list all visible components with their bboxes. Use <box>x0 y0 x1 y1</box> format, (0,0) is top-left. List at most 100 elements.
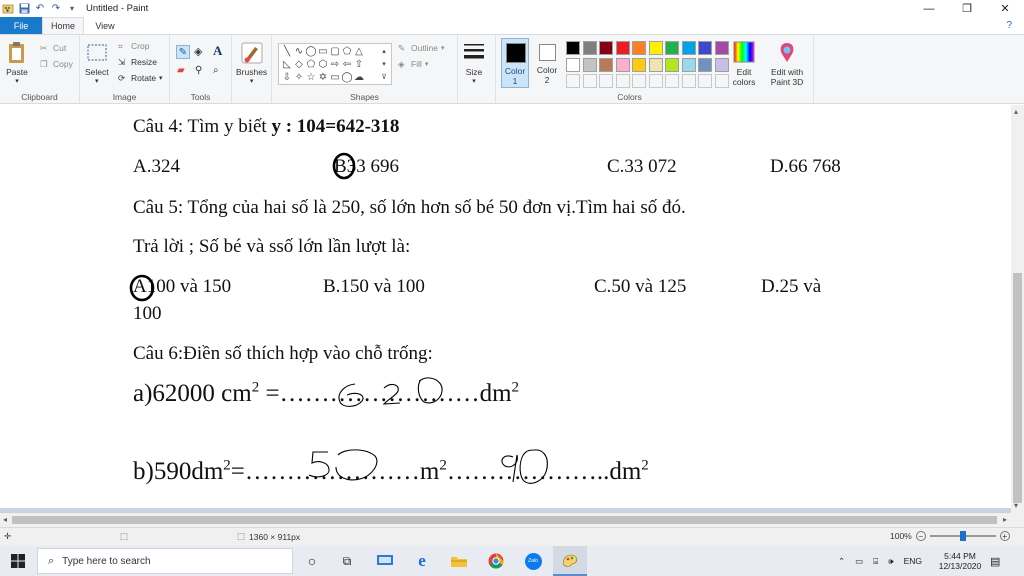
custom-color-slot[interactable] <box>665 74 679 88</box>
shapes-scroll-up-icon[interactable]: ▴ <box>378 45 390 57</box>
fill-dropdown-icon[interactable]: ▾ <box>425 60 429 68</box>
volume-icon[interactable]: 🕪 <box>888 556 893 567</box>
right-triangle-shape-icon[interactable]: ◺ <box>281 58 293 70</box>
palette-swatch[interactable] <box>599 41 613 55</box>
remote-desktop-icon[interactable] <box>368 546 402 576</box>
copy-button[interactable]: ❐ Copy <box>40 59 73 69</box>
custom-color-slot[interactable] <box>681 74 696 88</box>
palette-swatch[interactable] <box>632 41 646 55</box>
vertical-scrollbar[interactable]: ▴ ▾ <box>1011 105 1024 513</box>
curve-shape-icon[interactable]: ∿ <box>293 45 305 57</box>
down-arrow-shape-icon[interactable]: ⇩ <box>281 71 293 83</box>
palette-swatch[interactable] <box>566 41 580 55</box>
select-button[interactable]: Select ▾ <box>85 41 109 85</box>
battery-icon[interactable]: ▭ <box>855 556 863 567</box>
tab-home[interactable]: Home <box>42 17 84 34</box>
cut-button[interactable]: ✂ Cut <box>40 43 66 53</box>
up-arrow-shape-icon[interactable]: ⇧ <box>353 58 365 70</box>
oval-shape-icon[interactable]: ◯ <box>305 45 317 57</box>
file-explorer-icon[interactable] <box>442 546 476 576</box>
diamond-shape-icon[interactable]: ◇ <box>293 58 305 70</box>
palette-swatch[interactable] <box>632 57 646 72</box>
palette-swatch[interactable] <box>582 57 597 72</box>
close-button[interactable]: ✕ <box>986 0 1024 17</box>
scroll-down-arrow-icon[interactable]: ▾ <box>1014 501 1018 510</box>
five-point-star-shape-icon[interactable]: ☆ <box>305 71 317 83</box>
network-icon[interactable]: ⌸ <box>873 556 878 567</box>
color2-button[interactable]: Color 2 <box>533 38 561 88</box>
horizontal-scroll-thumb[interactable] <box>12 516 997 524</box>
outline-button[interactable]: ✎ Outline ▾ <box>398 43 444 53</box>
minimize-button[interactable]: — <box>910 0 948 17</box>
outline-dropdown-icon[interactable]: ▾ <box>441 44 445 52</box>
task-view-icon[interactable]: ⧉ <box>331 546 363 576</box>
palette-swatch[interactable] <box>648 41 663 55</box>
brushes-button[interactable]: Brushes ▾ <box>236 41 267 85</box>
chrome-browser-icon[interactable] <box>479 546 513 576</box>
rectangle-shape-icon[interactable]: ▭ <box>317 45 329 57</box>
magnifier-icon[interactable]: ⌕ <box>213 65 219 76</box>
eraser-icon[interactable]: ▰ <box>177 65 185 76</box>
zoom-slider-thumb[interactable] <box>959 531 966 541</box>
custom-color-slot[interactable] <box>599 74 613 88</box>
custom-color-slot[interactable] <box>582 74 597 88</box>
palette-swatch[interactable] <box>665 57 679 72</box>
resize-button[interactable]: ⇲ Resize <box>118 57 157 67</box>
zoom-slider[interactable] <box>929 531 996 541</box>
zoom-out-button[interactable]: − <box>915 531 926 541</box>
redo-icon[interactable]: ↷ <box>50 3 62 15</box>
taskbar-search-input[interactable]: ⌕ Type here to search <box>37 548 293 574</box>
scroll-right-arrow-icon[interactable]: ▸ <box>1003 515 1007 524</box>
crop-button[interactable]: ⌗ Crop <box>118 41 149 51</box>
custom-color-slot[interactable] <box>615 74 630 88</box>
help-icon[interactable]: ? <box>1006 20 1012 31</box>
shapes-scroll-down-icon[interactable]: ▾ <box>378 58 390 70</box>
show-hidden-icons-icon[interactable]: ⌃ <box>838 556 845 567</box>
palette-swatch[interactable] <box>648 57 663 72</box>
palette-swatch[interactable] <box>566 57 580 72</box>
undo-icon[interactable]: ↶ <box>34 3 46 15</box>
paste-button[interactable]: Paste ▾ <box>6 41 28 85</box>
custom-color-slot[interactable] <box>648 74 663 88</box>
input-language[interactable]: ENG <box>904 556 922 566</box>
customize-qat-icon[interactable]: ▾ <box>66 3 78 15</box>
shapes-gallery[interactable]: ╲ ∿ ◯ ▭ ▢ ⬠ △ ◺ ◇ ⬠ ⬡ ⇨ ⇦ ⇧ ⇩ ✧ ☆ ✡ ▭ ◯ <box>278 43 392 85</box>
palette-swatch[interactable] <box>698 57 712 72</box>
start-button[interactable] <box>0 546 36 576</box>
palette-swatch[interactable] <box>615 57 630 72</box>
palette-swatch[interactable] <box>714 41 729 55</box>
brushes-dropdown-icon[interactable]: ▾ <box>250 77 254 85</box>
rotate-button[interactable]: ⟳ Rotate ▾ <box>118 73 163 83</box>
pentagon-shape-icon[interactable]: ⬠ <box>305 58 317 70</box>
hexagon-shape-icon[interactable]: ⬡ <box>317 58 329 70</box>
clock[interactable]: 5:44 PM 12/13/2020 <box>938 546 982 576</box>
fill-bucket-icon[interactable]: ◈ <box>194 45 202 58</box>
paint-taskbar-button[interactable] <box>553 546 587 576</box>
size-dropdown-icon[interactable]: ▾ <box>472 77 476 85</box>
cortana-icon[interactable]: ○ <box>296 546 328 576</box>
vertical-scroll-thumb[interactable] <box>1013 273 1022 503</box>
zalo-app-icon[interactable]: Zalo <box>516 546 550 576</box>
notifications-icon[interactable]: ▤ <box>990 546 1000 576</box>
select-dropdown-icon[interactable]: ▾ <box>95 77 99 85</box>
horizontal-scrollbar[interactable]: ◂ ▸ <box>0 513 1024 527</box>
palette-swatch[interactable] <box>681 41 696 55</box>
edit-colors-button[interactable]: Edit colors <box>730 41 758 87</box>
cloud-callout-shape-icon[interactable]: ☁ <box>353 71 365 83</box>
scroll-up-arrow-icon[interactable]: ▴ <box>1014 107 1018 116</box>
edge-browser-icon[interactable]: e <box>405 546 439 576</box>
palette-swatch[interactable] <box>714 57 729 72</box>
right-arrow-shape-icon[interactable]: ⇨ <box>329 58 341 70</box>
color-picker-icon[interactable]: ⚲ <box>195 65 202 76</box>
edit-with-paint3d-button[interactable]: Edit with Paint 3D <box>766 41 808 87</box>
polygon-shape-icon[interactable]: ⬠ <box>341 45 353 57</box>
custom-color-slot[interactable] <box>632 74 646 88</box>
palette-swatch[interactable] <box>615 41 630 55</box>
size-button[interactable]: Size ▾ <box>463 41 485 85</box>
palette-swatch[interactable] <box>665 41 679 55</box>
tab-file[interactable]: File <box>0 17 42 34</box>
oval-callout-shape-icon[interactable]: ◯ <box>341 71 353 83</box>
rounded-rectangle-shape-icon[interactable]: ▢ <box>329 45 341 57</box>
rotate-dropdown-icon[interactable]: ▾ <box>159 74 163 82</box>
tab-view[interactable]: View <box>84 17 126 34</box>
